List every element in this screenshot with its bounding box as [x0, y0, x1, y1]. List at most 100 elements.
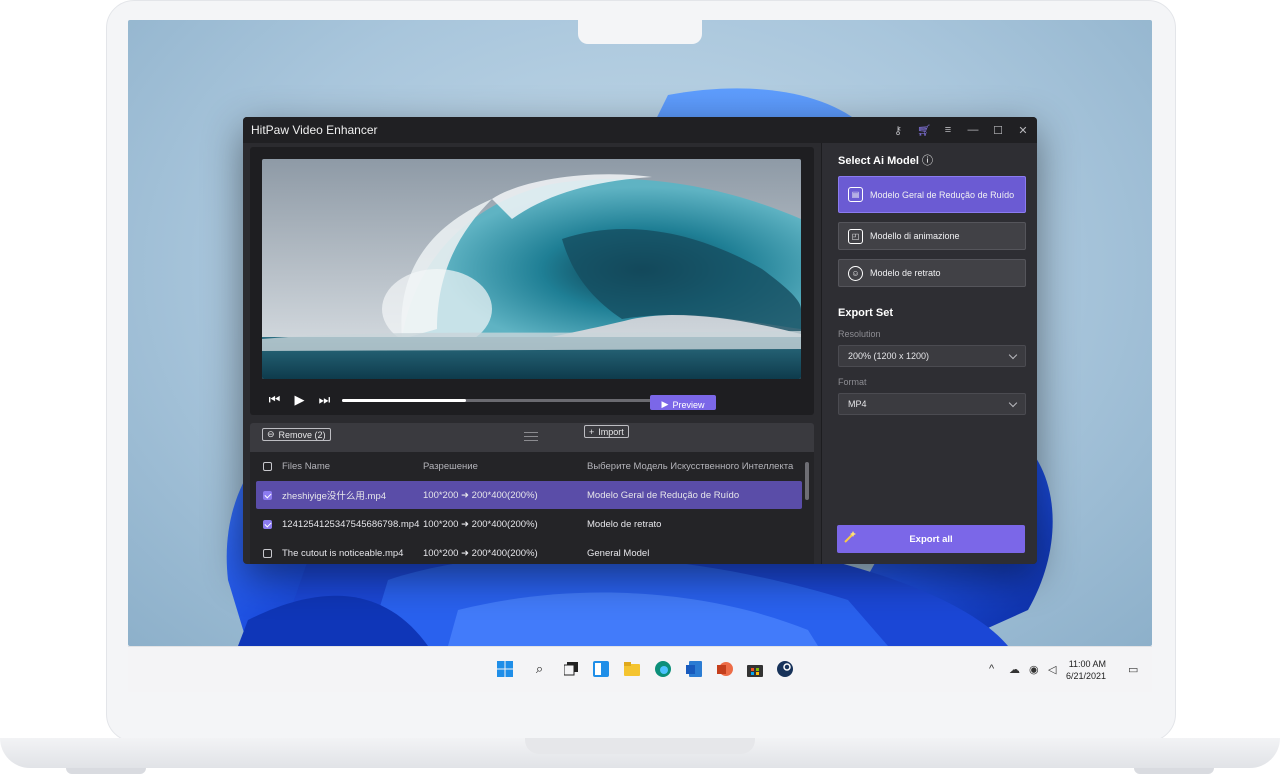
model-cell: Modelo de retrato: [587, 518, 662, 530]
play-icon[interactable]: ▶︎: [287, 392, 312, 408]
res-to: 200*400(200%): [471, 547, 538, 559]
resolution-cell: 100*200 ➜ 200*400(200%): [423, 518, 538, 530]
task-view-icon[interactable]: [562, 660, 579, 677]
format-label: Format: [838, 377, 867, 387]
preview-label: Preview: [672, 399, 705, 410]
drag-handle-icon[interactable]: [524, 432, 538, 441]
word-icon[interactable]: [685, 660, 702, 677]
chevron-down-icon: [1008, 350, 1018, 359]
system-clock[interactable]: 11:00 AM 6/21/2021: [1066, 658, 1106, 682]
title-bar: HitPaw Video Enhancer ⚷ 🛒︎ ≡ — ☐ ✕: [243, 117, 1037, 143]
previous-frame-icon[interactable]: ⏮︎: [262, 392, 287, 408]
model-title-text: Select Ai Model: [838, 155, 919, 167]
maximize-icon[interactable]: ☐: [992, 124, 1004, 137]
widgets-icon[interactable]: [592, 660, 609, 677]
cloud-icon[interactable]: ☁︎: [1009, 663, 1020, 676]
model-option-denoise[interactable]: ▤ Modelo Geral de Redução de Ruído: [838, 176, 1026, 213]
camera-notch: [578, 20, 702, 44]
workspace: ⏮︎ ▶︎ ⏭︎ ▶︎ Preview ⊖ Remove (2) + Impor…: [250, 147, 814, 564]
resolution-value: 200% (1200 x 1200): [848, 351, 930, 361]
cart-icon[interactable]: 🛒︎: [917, 124, 931, 137]
file-explorer-icon[interactable]: [623, 660, 640, 677]
remove-button[interactable]: ⊖ Remove (2): [262, 428, 331, 441]
model-option-portrait[interactable]: ☺ Modelo de retrato: [838, 259, 1026, 287]
animation-icon: ◰: [848, 228, 863, 244]
film-icon: ▤: [848, 187, 863, 202]
laptop-base-groove: [525, 738, 755, 754]
minus-circle-icon: ⊖: [267, 429, 275, 439]
taskbar: ⌕ ^ ☁︎ ◉ ◁ 11:00 AM 6/21/2021 ▭: [128, 646, 1152, 692]
model-cell: General Model: [587, 547, 650, 559]
progress-track[interactable]: [342, 399, 652, 402]
table-row[interactable]: zheshiyige没什么用.mp4 100*200 ➜ 200*400(200…: [256, 481, 802, 509]
file-name: The cutout is noticeable.mp4: [282, 547, 404, 559]
header-model: Выберите Модель Искусственного Интеллект…: [587, 460, 794, 472]
res-from: 100*200: [423, 547, 459, 559]
export-all-button[interactable]: Export all: [837, 525, 1025, 553]
laptop-foot-right: [1134, 768, 1214, 774]
file-name: zheshiyige没什么用.mp4: [282, 491, 387, 502]
chevron-up-icon[interactable]: ^: [989, 663, 994, 675]
res-to: 200*400(200%): [471, 489, 538, 501]
settings-panel: Select Ai Model ⓘ ▤ Modelo Geral de Redu…: [821, 143, 1037, 564]
plus-icon: +: [589, 426, 595, 437]
resolution-cell: 100*200 ➜ 200*400(200%): [423, 547, 538, 559]
preview-area: ⏮︎ ▶︎ ⏭︎ ▶︎ Preview: [250, 147, 814, 415]
wifi-icon[interactable]: ◉: [1029, 663, 1039, 676]
import-button[interactable]: + Import: [584, 425, 629, 438]
wand-icon: [844, 531, 856, 543]
res-to: 200*400(200%): [471, 518, 538, 530]
model-section-title: Select Ai Model ⓘ: [838, 152, 1021, 168]
preview-button[interactable]: ▶︎ Preview: [650, 395, 716, 410]
steam-icon[interactable]: [776, 660, 793, 677]
model-label: Modelo Geral de Redução de Ruído: [870, 189, 1015, 200]
header-resolution: Разрешение: [423, 460, 478, 472]
notification-icon[interactable]: ▭: [1128, 663, 1138, 676]
model-label: Modello di animazione: [870, 231, 960, 241]
list-scrollbar[interactable]: [805, 462, 809, 500]
model-option-animation[interactable]: ◰ Modello di animazione: [838, 222, 1026, 250]
minimize-icon[interactable]: —: [967, 124, 979, 136]
format-select[interactable]: MP4: [838, 393, 1026, 415]
res-from: 100*200: [423, 518, 459, 530]
search-icon[interactable]: ⌕: [531, 660, 548, 677]
row-checkbox[interactable]: [263, 490, 272, 500]
resolution-label: Resolution: [838, 329, 881, 339]
app-window: HitPaw Video Enhancer ⚷ 🛒︎ ≡ — ☐ ✕ ⏮︎ ▶︎…: [243, 117, 1037, 564]
chevron-down-icon: [1008, 398, 1018, 407]
key-icon[interactable]: ⚷: [892, 124, 904, 137]
clock-date: 6/21/2021: [1066, 671, 1107, 681]
info-icon[interactable]: ⓘ: [922, 155, 933, 167]
menu-icon[interactable]: ≡: [942, 124, 954, 136]
next-frame-icon[interactable]: ⏭︎: [312, 392, 337, 408]
face-icon: ☺: [848, 265, 863, 281]
video-camera-icon: ▶︎: [661, 399, 669, 409]
volume-icon[interactable]: ◁: [1048, 663, 1056, 676]
select-all-checkbox[interactable]: [263, 461, 272, 471]
powerpoint-icon[interactable]: [716, 660, 733, 677]
close-icon[interactable]: ✕: [1017, 124, 1029, 137]
progress-fill: [342, 399, 466, 402]
model-cell: Modelo Geral de Redução de Ruído: [587, 489, 740, 501]
store-icon[interactable]: [746, 660, 763, 677]
row-checkbox[interactable]: [263, 519, 272, 529]
laptop-foot-left: [66, 768, 146, 774]
video-frame[interactable]: [262, 159, 801, 379]
import-label: Import: [598, 426, 624, 437]
file-toolbar: ⊖ Remove (2) + Import: [250, 423, 814, 452]
edge-browser-icon[interactable]: [654, 660, 671, 677]
file-list: Files Name Разрешение Выберите Модель Ис…: [250, 452, 814, 564]
res-from: 100*200: [423, 489, 459, 501]
windows-start-icon[interactable]: [496, 660, 513, 677]
resolution-select[interactable]: 200% (1200 x 1200): [838, 345, 1026, 367]
export-section-title: Export Set: [838, 307, 894, 319]
clock-time: 11:00 AM: [1068, 659, 1107, 669]
row-checkbox[interactable]: [263, 548, 272, 558]
remove-label: Remove (2): [278, 429, 326, 440]
player-controls: ⏮︎ ▶︎ ⏭︎ ▶︎ Preview: [262, 389, 802, 411]
file-name: 12412541253475456867​98.mp4: [282, 518, 420, 530]
model-label: Modelo de retrato: [870, 268, 941, 278]
table-row[interactable]: The cutout is noticeable.mp4 100*200 ➜ 2…: [256, 539, 802, 564]
format-value: MP4: [848, 399, 867, 409]
table-row[interactable]: 12412541253475456867​98.mp4 100*200 ➜ 20…: [256, 510, 802, 538]
